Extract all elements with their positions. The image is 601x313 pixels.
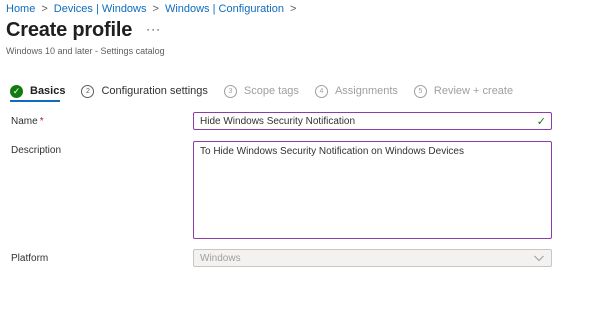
step-basics[interactable]: ✓ Basics	[10, 84, 66, 98]
wizard-steps: ✓ Basics 2 Configuration settings 3 Scop…	[10, 83, 529, 99]
page-subtitle: Windows 10 and later - Settings catalog	[6, 46, 165, 56]
create-profile-page: Home > Devices | Windows > Windows | Con…	[0, 0, 601, 313]
chevron-down-icon	[534, 255, 544, 262]
breadcrumb-home[interactable]: Home	[6, 3, 35, 15]
platform-dropdown: Windows	[193, 249, 552, 267]
name-label: Name *	[11, 116, 44, 127]
more-options-button[interactable]: ···	[146, 22, 161, 36]
step-number-icon: 2	[81, 84, 95, 98]
step-label: Configuration settings	[101, 85, 208, 97]
breadcrumb-devices-windows[interactable]: Devices | Windows	[54, 3, 147, 15]
platform-label: Platform	[11, 253, 49, 264]
breadcrumb-separator-icon: >	[152, 3, 159, 15]
step-label: Assignments	[334, 85, 398, 97]
step-configuration-settings[interactable]: 2 Configuration settings	[81, 84, 208, 98]
platform-value: Windows	[200, 253, 241, 264]
checkmark-icon: ✓	[536, 116, 546, 128]
required-marker: *	[39, 116, 44, 127]
step-scope-tags[interactable]: 3 Scope tags	[223, 84, 299, 98]
breadcrumb: Home > Devices | Windows > Windows | Con…	[6, 3, 302, 15]
step-number-icon: 3	[223, 84, 237, 98]
description-label: Description	[11, 145, 62, 156]
name-input-value: Hide Windows Security Notification	[200, 116, 356, 127]
breadcrumb-separator-icon: >	[289, 3, 297, 15]
breadcrumb-windows-configuration[interactable]: Windows | Configuration	[165, 3, 284, 15]
checkmark-circle-icon: ✓	[10, 84, 23, 98]
active-step-indicator	[10, 100, 60, 102]
page-title: Create profile	[6, 19, 133, 41]
step-assignments[interactable]: 4 Assignments	[314, 84, 398, 98]
description-value: To Hide Windows Security Notification on…	[200, 146, 464, 157]
title-row: Create profile ···	[6, 19, 161, 42]
description-textarea[interactable]: To Hide Windows Security Notification on…	[193, 141, 552, 239]
name-input[interactable]: Hide Windows Security Notification ✓	[193, 112, 552, 130]
step-number-icon: 4	[314, 84, 328, 98]
breadcrumb-separator-icon: >	[41, 3, 48, 15]
step-label: Basics	[30, 85, 66, 97]
step-label: Scope tags	[243, 85, 299, 97]
step-review-create[interactable]: 5 Review + create	[413, 84, 514, 98]
step-label: Review + create	[433, 85, 514, 97]
name-label-text: Name	[11, 116, 38, 127]
step-number-icon: 5	[413, 84, 427, 98]
